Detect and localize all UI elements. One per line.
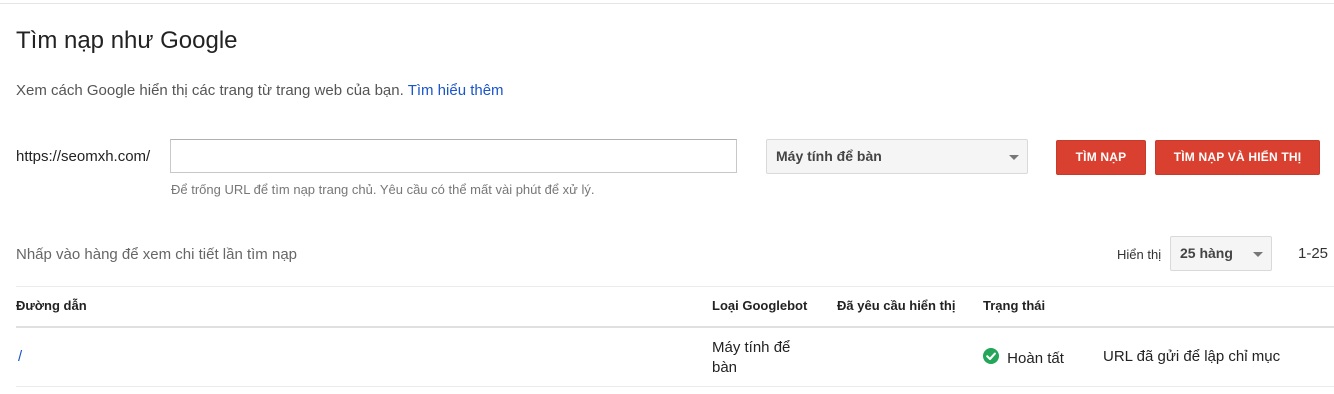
row-googlebot-type: Máy tính để bàn	[712, 339, 791, 376]
learn-more-link[interactable]: Tìm hiểu thêm	[408, 82, 504, 99]
url-path-input[interactable]	[170, 139, 737, 173]
row-index-request-status[interactable]: URL đã gửi để lập chỉ mục	[1103, 348, 1280, 365]
table-hint-text: Nhấp vào hàng để xem chi tiết lần tìm nạ…	[16, 246, 298, 263]
page-title: Tìm nạp như Google	[16, 27, 238, 54]
description-text: Xem cách Google hiển thị các trang từ tr…	[16, 82, 404, 99]
rows-per-page-selected: 25 hàng	[1180, 245, 1233, 261]
table-row-divider	[16, 386, 1334, 387]
fetch-button[interactable]: TÌM NẠP	[1056, 140, 1146, 175]
column-header-render-requested[interactable]: Đã yêu cầu hiển thị	[837, 298, 955, 313]
device-type-selected: Máy tính để bàn	[776, 148, 882, 164]
column-header-googlebot-type[interactable]: Loại Googlebot	[712, 298, 807, 313]
page-description: Xem cách Google hiển thị các trang từ tr…	[16, 82, 504, 99]
chevron-down-icon	[1009, 155, 1019, 160]
pagination-range: 1-25	[1298, 245, 1329, 262]
table-top-divider	[16, 286, 1334, 287]
top-divider	[0, 3, 1334, 4]
chevron-down-icon	[1253, 252, 1263, 257]
fetch-and-render-button[interactable]: TÌM NẠP VÀ HIỂN THỊ	[1155, 140, 1320, 175]
fetch-as-google-page: Tìm nạp như Google Xem cách Google hiển …	[0, 0, 1334, 394]
column-header-status[interactable]: Trạng thái	[983, 298, 1045, 313]
device-type-select[interactable]: Máy tính để bàn	[766, 139, 1028, 174]
url-prefix-label: https://seomxh.com/	[16, 148, 151, 165]
rows-per-page-select[interactable]: 25 hàng	[1170, 236, 1272, 271]
column-header-path[interactable]: Đường dẫn	[16, 298, 87, 313]
row-status-text: Hoàn tất	[1007, 350, 1064, 367]
rows-per-page-label: Hiển thị	[1117, 247, 1162, 262]
table-header-divider	[16, 326, 1334, 328]
url-hint-text: Để trống URL để tìm nạp trang chủ. Yêu c…	[171, 182, 595, 197]
check-circle-icon	[983, 348, 999, 364]
row-path-link[interactable]: /	[18, 348, 22, 365]
row-status: Hoàn tất	[983, 348, 1064, 367]
